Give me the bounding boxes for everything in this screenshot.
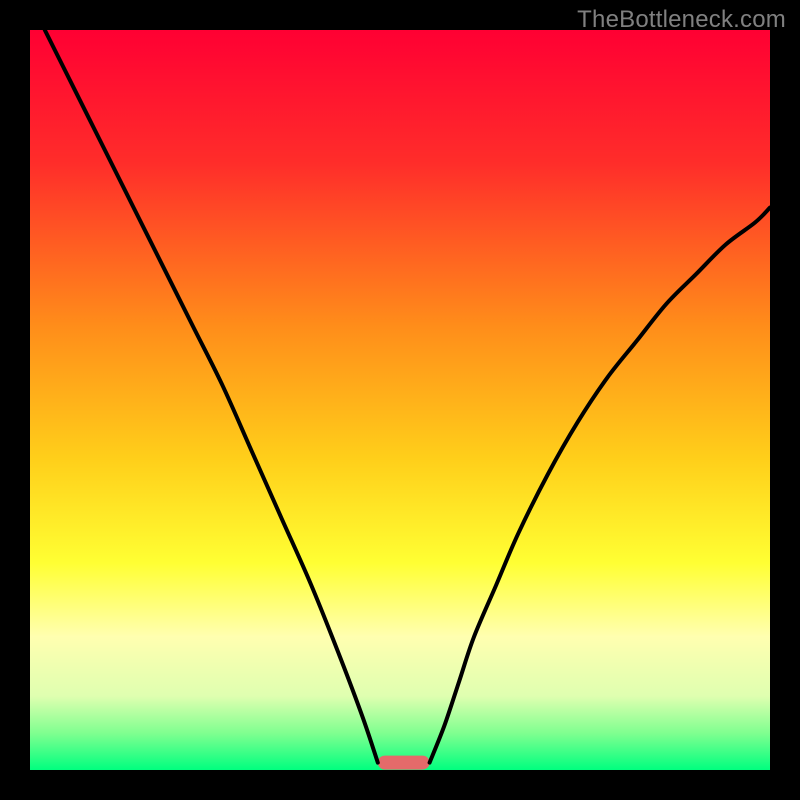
watermark-text: TheBottleneck.com	[577, 6, 786, 34]
optimal-marker	[378, 756, 430, 770]
chart-background	[30, 30, 770, 770]
chart-svg	[30, 30, 770, 770]
plot-area	[30, 30, 770, 770]
chart-container: TheBottleneck.com	[0, 0, 800, 800]
